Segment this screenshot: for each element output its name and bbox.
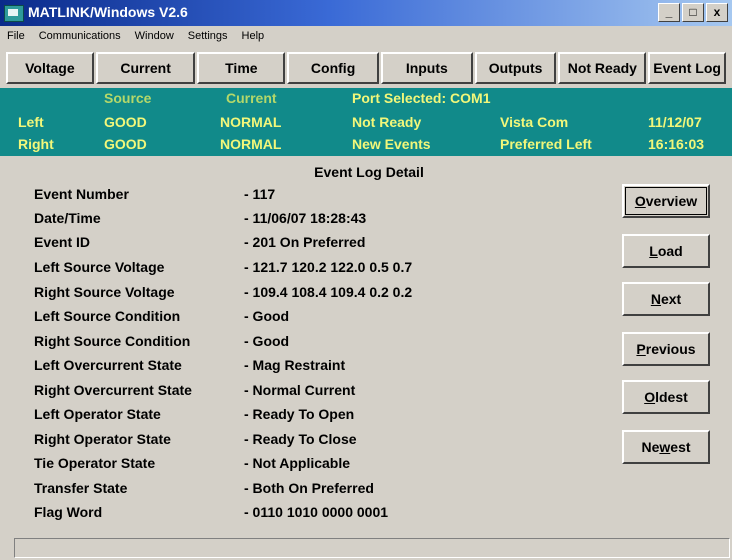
outputs-button[interactable]: Outputs <box>474 52 557 84</box>
menu-window[interactable]: Window <box>128 30 181 42</box>
minimize-button[interactable]: _ <box>658 3 680 22</box>
event-log-detail-panel: Event Log Detail Event Number - 117 Date/… <box>12 160 726 528</box>
left-state: Not Ready <box>352 114 422 130</box>
menu-communications[interactable]: Communications <box>32 30 128 42</box>
right-current: NORMAL <box>220 136 282 152</box>
status-panel: Source Current Port Selected: COM1 Left … <box>0 88 732 156</box>
close-button[interactable]: x <box>706 3 728 22</box>
source-header: Source <box>104 90 152 106</box>
menu-help[interactable]: Help <box>235 30 272 42</box>
com-name: Vista Com <box>500 114 569 130</box>
menu-settings[interactable]: Settings <box>181 30 235 42</box>
overview-button[interactable]: Overview <box>622 184 710 218</box>
previous-button[interactable]: Previous <box>622 332 710 366</box>
load-button[interactable]: Load <box>622 234 710 268</box>
not-ready-button[interactable]: Not Ready <box>558 52 647 84</box>
panel-title: Event Log Detail <box>314 164 424 180</box>
menu-bar: File Communications Window Settings Help <box>0 26 732 46</box>
left-source: GOOD <box>104 114 147 130</box>
right-label: Right <box>18 136 54 152</box>
right-source: GOOD <box>104 136 147 152</box>
current-button[interactable]: Current <box>95 52 196 84</box>
title-bar: MATLINK/Windows V2.6 _ □ x <box>0 0 732 26</box>
time-button[interactable]: Time <box>197 52 286 84</box>
oldest-button[interactable]: Oldest <box>622 380 710 414</box>
right-state: New Events <box>352 136 431 152</box>
window-title: MATLINK/Windows V2.6 <box>28 4 188 20</box>
newest-button[interactable]: Ne w est <box>622 430 710 464</box>
status-time: 16:16:03 <box>648 136 705 152</box>
maximize-button[interactable]: □ <box>682 3 704 22</box>
preferred-source: Preferred Left <box>500 136 592 152</box>
next-button[interactable]: Next <box>622 282 710 316</box>
status-date: 11/12/07 <box>648 114 702 130</box>
config-button[interactable]: Config <box>287 52 379 84</box>
voltage-button[interactable]: Voltage <box>6 52 94 84</box>
app-icon <box>4 5 24 22</box>
event-log-button[interactable]: Event Log <box>648 52 726 84</box>
port-selected: Port Selected: COM1 <box>352 90 491 106</box>
toolbar: Voltage Current Time Config Inputs Outpu… <box>6 52 728 86</box>
current-header: Current <box>226 90 277 106</box>
status-bar <box>14 538 730 558</box>
menu-file[interactable]: File <box>0 30 32 42</box>
inputs-button[interactable]: Inputs <box>380 52 473 84</box>
left-current: NORMAL <box>220 114 282 130</box>
left-label: Left <box>18 114 44 130</box>
